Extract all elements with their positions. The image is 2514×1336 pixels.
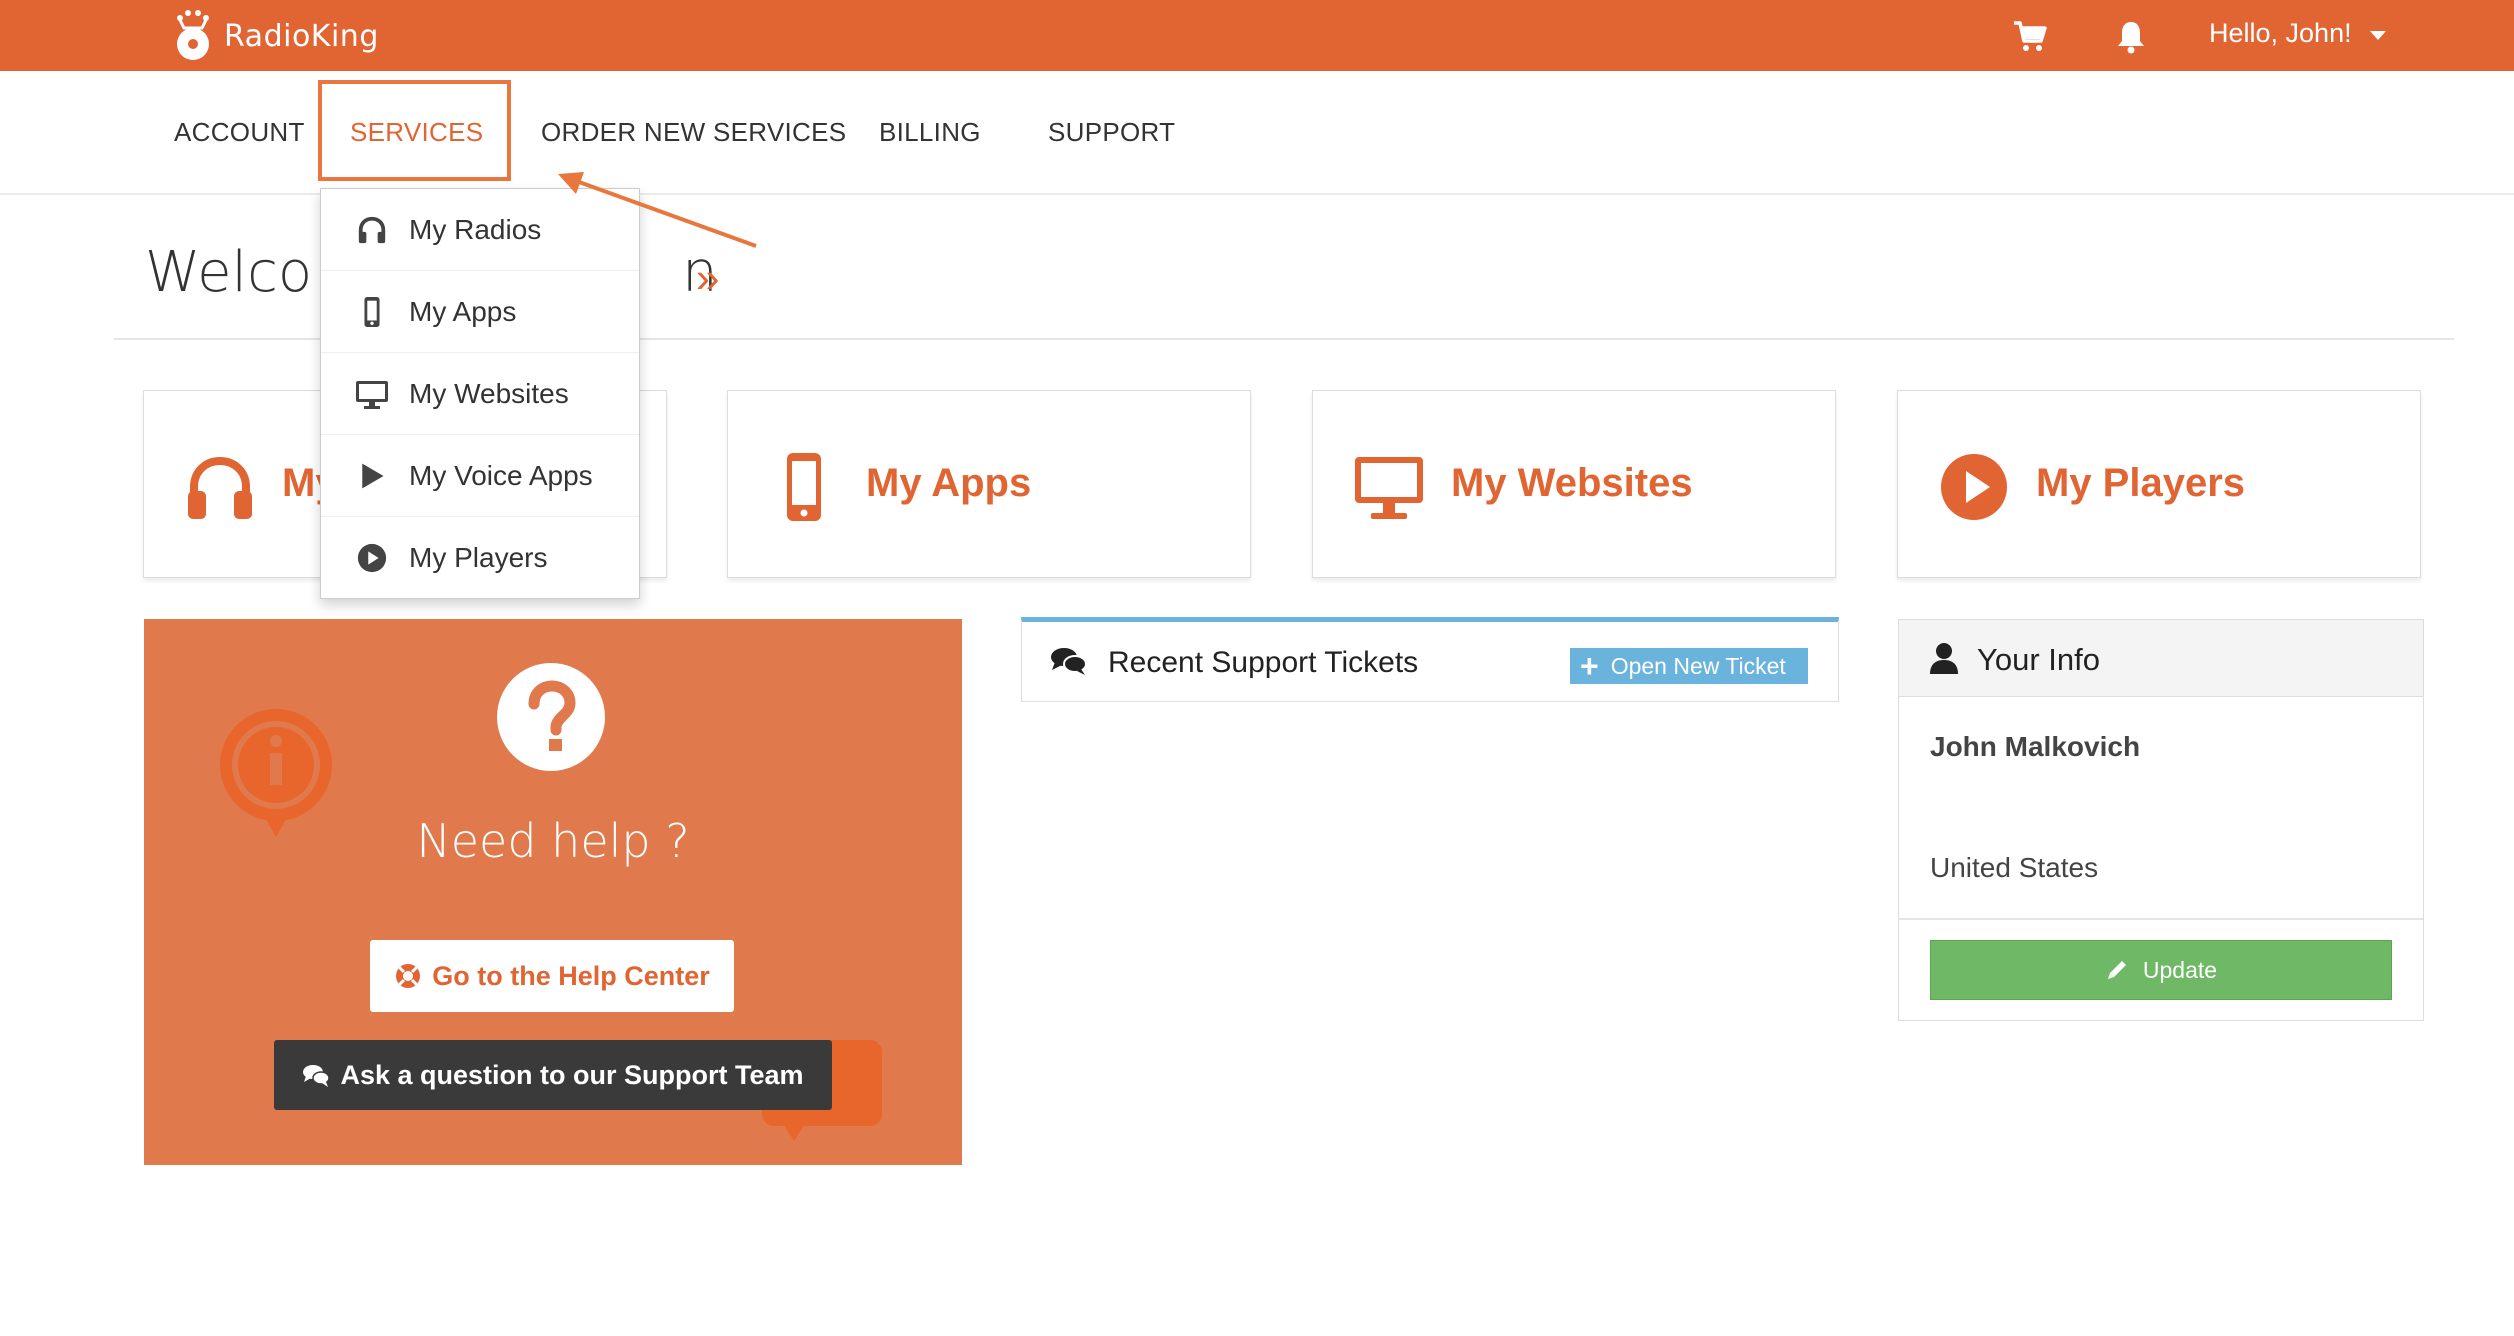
plus-icon: + <box>1580 648 1599 684</box>
dropdown-item-my-players[interactable]: My Players <box>321 517 639 598</box>
dropdown-item-my-apps[interactable]: My Apps <box>321 271 639 353</box>
play-triangle-icon <box>355 459 389 493</box>
card-label: My Apps <box>866 461 1032 505</box>
update-button[interactable]: Update <box>1930 940 2392 1000</box>
card-my-websites[interactable]: My Websites <box>1312 390 1836 578</box>
desktop-icon <box>1355 457 1423 519</box>
question-circle-icon <box>497 663 605 771</box>
welcome-text-start: Welco <box>145 240 313 305</box>
dropdown-item-label: My Apps <box>409 295 517 327</box>
card-label: My Websites <box>1451 461 1693 505</box>
divider <box>1899 918 2423 920</box>
life-ring-icon <box>396 964 421 988</box>
dropdown-item-my-websites[interactable]: My Websites <box>321 353 639 435</box>
brand-name: RadioKing <box>224 18 379 54</box>
mobile-icon <box>355 295 389 329</box>
support-tickets-panel: Recent Support Tickets + Open New Ticket <box>1021 617 1839 702</box>
dropdown-item-label: My Websites <box>409 377 569 409</box>
dropdown-item-label: My Voice Apps <box>409 459 593 491</box>
desktop-icon <box>355 377 389 411</box>
nav-account[interactable]: ACCOUNT <box>174 117 305 148</box>
top-bar: RadioKing Hello, John! <box>0 0 2514 71</box>
help-center-button[interactable]: Go to the Help Center <box>370 940 734 1012</box>
card-my-players[interactable]: My Players <box>1897 390 2421 578</box>
chevron-down-icon <box>2369 30 2386 40</box>
comments-icon <box>1051 648 1087 675</box>
help-title: Need help ? <box>416 814 690 868</box>
dropdown-item-label: My Radios <box>409 213 542 245</box>
play-circle-icon <box>355 541 389 575</box>
user-country: United States <box>1930 852 2099 883</box>
play-circle-icon <box>1941 454 2007 520</box>
help-center-label: Go to the Help Center <box>432 960 710 991</box>
ask-support-label: Ask a question to our Support Team <box>340 1059 804 1090</box>
help-panel: Need help ? Go to the Help Center Ask a … <box>144 619 962 1165</box>
nav-billing[interactable]: BILLING <box>879 117 981 148</box>
mobile-icon <box>787 453 821 521</box>
open-new-ticket-label: Open New Ticket <box>1610 652 1786 679</box>
brand-logo[interactable]: RadioKing <box>172 6 379 66</box>
cart-icon[interactable] <box>2012 18 2048 54</box>
open-new-ticket-button[interactable]: + Open New Ticket <box>1570 648 1808 684</box>
card-label: My Players <box>2036 461 2246 505</box>
pencil-icon <box>2107 961 2126 979</box>
card-my-apps[interactable]: My Apps <box>727 390 1251 578</box>
your-info-header: Your Info <box>1899 620 2423 697</box>
headphones-icon <box>188 456 252 519</box>
user-menu[interactable]: Hello, John! <box>2209 18 2386 49</box>
dropdown-item-my-voice-apps[interactable]: My Voice Apps <box>321 435 639 517</box>
dropdown-item-label: My Players <box>409 541 548 573</box>
raquo-icon[interactable]: » <box>696 254 719 302</box>
tickets-title: Recent Support Tickets <box>1108 646 1419 679</box>
chat-bubble-tail <box>780 1119 808 1141</box>
annotation-arrow <box>558 172 757 248</box>
bell-icon[interactable] <box>2113 18 2149 54</box>
crown-radio-icon <box>177 10 209 60</box>
ask-support-button[interactable]: Ask a question to our Support Team <box>274 1040 832 1110</box>
update-label: Update <box>2142 956 2218 983</box>
nav-support[interactable]: SUPPORT <box>1048 117 1175 148</box>
your-info-title: Your Info <box>1977 642 2100 677</box>
nav-order-new-services[interactable]: ORDER NEW SERVICES <box>541 117 846 148</box>
user-icon <box>1930 643 1958 674</box>
comments-icon <box>303 1065 331 1087</box>
headphones-icon <box>355 213 389 247</box>
your-info-panel: Your Info John Malkovich United States U… <box>1898 619 2424 1021</box>
greeting-text: Hello, John! <box>2209 18 2352 48</box>
services-highlight-box <box>318 80 511 181</box>
user-full-name: John Malkovich <box>1930 731 2141 762</box>
